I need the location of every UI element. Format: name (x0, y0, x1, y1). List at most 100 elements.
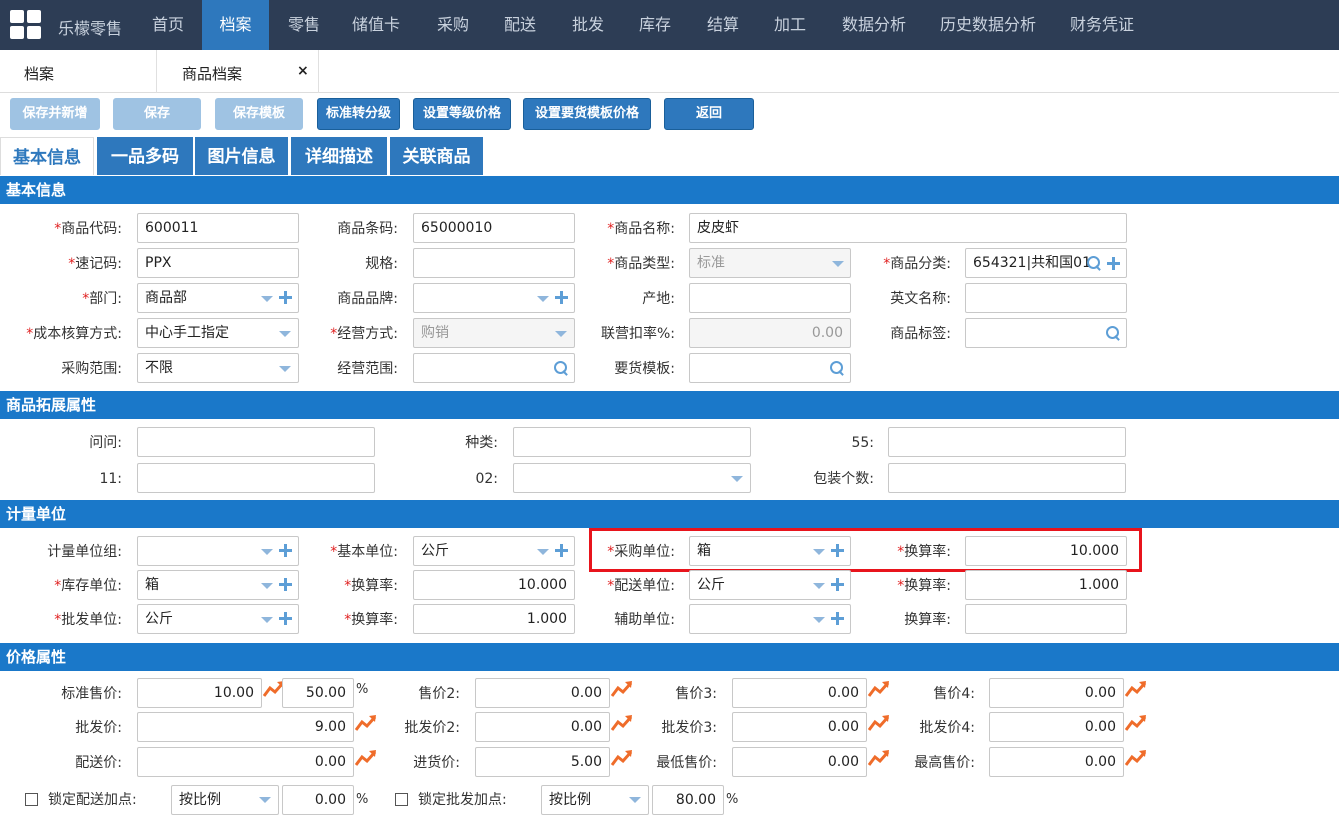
lock-wholesale-value-input[interactable]: 80.00 (652, 785, 724, 815)
wholesale-price-input[interactable]: 9.00 (137, 712, 354, 742)
chevron-down-icon[interactable] (261, 549, 273, 555)
chevron-down-icon[interactable] (832, 261, 844, 267)
pack-count-input[interactable] (888, 463, 1126, 493)
add-icon[interactable] (1107, 257, 1120, 270)
nav-archive[interactable]: 档案 (202, 0, 269, 50)
barcode-input[interactable]: 65000010 (413, 213, 575, 243)
nav-wholesale[interactable]: 批发 (560, 0, 616, 50)
add-icon[interactable] (279, 544, 292, 557)
nav-delivery[interactable]: 配送 (492, 0, 548, 50)
std-price-percent-input[interactable]: 50.00 (282, 678, 354, 708)
delivery-price-input[interactable]: 0.00 (137, 747, 354, 777)
nav-stored-value-card[interactable]: 储值卡 (340, 0, 412, 50)
chevron-down-icon[interactable] (629, 797, 641, 803)
nav-settlement[interactable]: 结算 (695, 0, 751, 50)
lock-wholesale-markup-checkbox[interactable] (395, 793, 408, 806)
tab-image-info[interactable]: 图片信息 (195, 137, 288, 175)
chevron-down-icon[interactable] (259, 797, 271, 803)
trend-icon[interactable] (1125, 680, 1147, 698)
max-price-input[interactable]: 0.00 (989, 747, 1124, 777)
purchase-price-input[interactable]: 5.00 (475, 747, 610, 777)
biz-mode-select[interactable]: 购销 (413, 318, 575, 348)
delivery-rate-input[interactable]: 1.000 (965, 570, 1127, 600)
set-order-template-price-button[interactable]: 设置要货模板价格 (523, 98, 651, 130)
nav-processing[interactable]: 加工 (762, 0, 818, 50)
purchase-scope-select[interactable]: 不限 (137, 353, 299, 383)
wholesale-price2-input[interactable]: 0.00 (475, 712, 610, 742)
chevron-down-icon[interactable] (813, 583, 825, 589)
nav-history-analysis[interactable]: 历史数据分析 (932, 0, 1044, 50)
nav-data-analysis[interactable]: 数据分析 (834, 0, 914, 50)
product-type-select[interactable]: 标准 (689, 248, 851, 278)
wholesale-price3-input[interactable]: 0.00 (732, 712, 867, 742)
category-input[interactable]: 654321|共和国01 (965, 248, 1127, 278)
nav-inventory[interactable]: 库存 (627, 0, 683, 50)
trend-icon[interactable] (1125, 749, 1147, 767)
aux-unit-select[interactable] (689, 604, 851, 634)
add-icon[interactable] (831, 578, 844, 591)
save-and-new-button[interactable]: 保存并新增 (10, 98, 100, 130)
spec-input[interactable] (413, 248, 575, 278)
wenwen-input[interactable] (137, 427, 375, 457)
tab-product-archive[interactable]: 商品档案 (182, 63, 242, 84)
trend-icon[interactable] (1125, 714, 1147, 732)
add-icon[interactable] (279, 612, 292, 625)
grid-logo-icon[interactable] (10, 10, 42, 40)
tab-basic-info[interactable]: 基本信息 (0, 137, 94, 175)
set-grade-price-button[interactable]: 设置等级价格 (413, 98, 511, 130)
save-button[interactable]: 保存 (113, 98, 201, 130)
chevron-down-icon[interactable] (813, 617, 825, 623)
biz-scope-input[interactable] (413, 353, 575, 383)
add-icon[interactable] (831, 612, 844, 625)
chevron-down-icon[interactable] (537, 296, 549, 302)
nav-retail[interactable]: 零售 (276, 0, 332, 50)
search-icon[interactable] (1087, 256, 1102, 271)
search-icon[interactable] (554, 361, 569, 376)
brand-select[interactable] (413, 283, 575, 313)
price2-input[interactable]: 0.00 (475, 678, 610, 708)
order-template-input[interactable] (689, 353, 851, 383)
standard-to-grade-button[interactable]: 标准转分级 (317, 98, 400, 130)
nav-finance-voucher[interactable]: 财务凭证 (1062, 0, 1142, 50)
unit-group-select[interactable] (137, 536, 299, 566)
mnemonic-input[interactable]: PPX (137, 248, 299, 278)
nav-purchase[interactable]: 采购 (425, 0, 481, 50)
search-icon[interactable] (830, 361, 845, 376)
cost-method-select[interactable]: 中心手工指定 (137, 318, 299, 348)
stock-rate-input[interactable]: 10.000 (413, 570, 575, 600)
chevron-down-icon[interactable] (537, 549, 549, 555)
min-price-input[interactable]: 0.00 (732, 747, 867, 777)
base-unit-select[interactable]: 公斤 (413, 536, 575, 566)
chevron-down-icon[interactable] (261, 296, 273, 302)
dept-select[interactable]: 商品部 (137, 283, 299, 313)
chevron-down-icon[interactable] (279, 331, 291, 337)
chevron-down-icon[interactable] (731, 476, 743, 482)
wholesale-price4-input[interactable]: 0.00 (989, 712, 1124, 742)
product-code-input[interactable]: 600011 (137, 213, 299, 243)
std-price-input[interactable]: 10.00 (137, 678, 262, 708)
lock-delivery-value-input[interactable]: 0.00 (282, 785, 354, 815)
kind-input[interactable] (513, 427, 751, 457)
stock-unit-select[interactable]: 箱 (137, 570, 299, 600)
joint-rate-input[interactable]: 0.00 (689, 318, 851, 348)
search-icon[interactable] (1106, 326, 1121, 341)
add-icon[interactable] (279, 578, 292, 591)
wholesale-unit-select[interactable]: 公斤 (137, 604, 299, 634)
price4-input[interactable]: 0.00 (989, 678, 1124, 708)
tab-archive[interactable]: 档案 (24, 63, 54, 84)
price3-input[interactable]: 0.00 (732, 678, 867, 708)
add-icon[interactable] (279, 291, 292, 304)
aux-rate-input[interactable] (965, 604, 1127, 634)
tab-multi-barcode[interactable]: 一品多码 (97, 137, 193, 175)
nav-home[interactable]: 首页 (140, 0, 196, 50)
field-55-input[interactable] (888, 427, 1126, 457)
wholesale-rate-input[interactable]: 1.000 (413, 604, 575, 634)
field-11-input[interactable] (137, 463, 375, 493)
tab-detail-desc[interactable]: 详细描述 (291, 137, 387, 175)
chevron-down-icon[interactable] (279, 366, 291, 372)
product-name-input[interactable]: 皮皮虾 (689, 213, 1127, 243)
field-02-select[interactable] (513, 463, 751, 493)
add-icon[interactable] (555, 291, 568, 304)
chevron-down-icon[interactable] (555, 331, 567, 337)
close-icon[interactable]: × (297, 63, 309, 79)
